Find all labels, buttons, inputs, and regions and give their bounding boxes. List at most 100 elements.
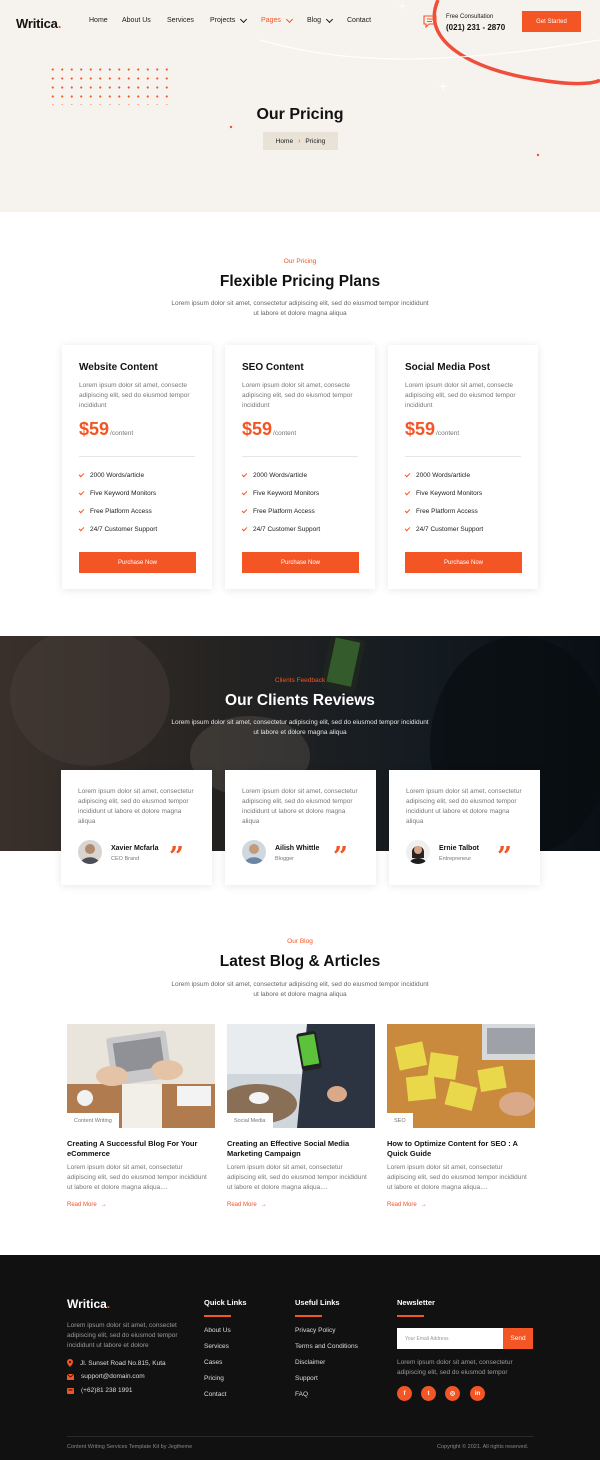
- check-icon: [404, 489, 411, 496]
- pricing-card: SEO Content Lorem ipsum dolor sit amet, …: [225, 345, 375, 589]
- plan-feature: Free Platform Access: [404, 507, 478, 515]
- twitter-icon[interactable]: t: [421, 1386, 436, 1401]
- pricing-subtitle: Lorem ipsum dolor sit amet, consectetur …: [171, 300, 429, 317]
- check-icon: [78, 525, 85, 532]
- breadcrumb-current: Pricing: [305, 137, 326, 145]
- nav-about-us[interactable]: About Us: [122, 17, 151, 24]
- reviews-eyebrow: Clients Feedback: [274, 677, 326, 684]
- chevron-down-icon: [325, 15, 334, 23]
- linkedin-icon[interactable]: in: [470, 1386, 485, 1401]
- review-card: Lorem ipsum dolor sit amet, consectetur …: [225, 770, 376, 885]
- read-more-link[interactable]: Read More →: [227, 1202, 267, 1208]
- footer-logo[interactable]: Writica.: [67, 1297, 110, 1311]
- footer-link-about-us[interactable]: About Us: [204, 1327, 231, 1334]
- site-footer: Writica. Lorem ipsum dolor sit amet, con…: [0, 1255, 600, 1460]
- footer-link-faq[interactable]: FAQ: [295, 1391, 308, 1398]
- review-card: Lorem ipsum dolor sit amet, consectetur …: [61, 770, 212, 885]
- blog-category-tag[interactable]: Content Writing: [67, 1113, 119, 1128]
- check-icon: [241, 489, 248, 496]
- newsletter-description: Lorem ipsum dolor sit amet, consectetur …: [397, 1359, 513, 1376]
- footer-link-privacy-policy[interactable]: Privacy Policy: [295, 1327, 335, 1334]
- blog-category-tag[interactable]: SEO: [387, 1113, 413, 1128]
- footer-link-services[interactable]: Services: [204, 1343, 229, 1350]
- site-logo[interactable]: Writica.: [16, 16, 61, 31]
- check-icon: [241, 507, 248, 514]
- footer-email[interactable]: support@domain.com: [67, 1373, 145, 1380]
- blog-post-title[interactable]: How to Optimize Content for SEO : A Quic…: [387, 1139, 531, 1159]
- blog-post-title[interactable]: Creating an Effective Social Media Marke…: [227, 1139, 371, 1159]
- check-icon: [404, 471, 411, 478]
- plan-feature: Five Keyword Monitors: [241, 489, 319, 497]
- footer-link-terms[interactable]: Terms and Conditions: [295, 1343, 358, 1350]
- check-icon: [404, 525, 411, 532]
- hero-section: + + Writica. Home About Us Services Proj…: [0, 0, 600, 212]
- check-icon: [241, 471, 248, 478]
- blog-eyebrow: Our Blog: [287, 938, 313, 945]
- nav-services[interactable]: Services: [167, 17, 194, 24]
- heading-underline: [295, 1315, 322, 1317]
- divider: [242, 456, 358, 457]
- divider: [405, 456, 521, 457]
- plan-feature: 24/7 Customer Support: [241, 525, 320, 533]
- pricing-card: Social Media Post Lorem ipsum dolor sit …: [388, 345, 538, 589]
- plan-description: Lorem ipsum dolor sit amet, consecte adi…: [405, 382, 516, 409]
- facebook-icon[interactable]: f: [397, 1386, 412, 1401]
- footer-link-contact[interactable]: Contact: [204, 1391, 226, 1398]
- blog-post-title[interactable]: Creating A Successful Blog For Your eCom…: [67, 1139, 211, 1159]
- phone-icon: [67, 1387, 74, 1394]
- consultation-label: Free Consultation: [446, 14, 494, 20]
- footer-phone[interactable]: (+62)81 238 1991: [67, 1387, 133, 1394]
- read-more-link[interactable]: Read More →: [387, 1202, 427, 1208]
- map-pin-icon: [67, 1359, 73, 1367]
- footer-description: Lorem ipsum dolor sit amet, consectet ad…: [67, 1322, 178, 1349]
- pricing-title: Flexible Pricing Plans: [219, 273, 381, 290]
- reviews-subtitle: Lorem ipsum dolor sit amet, consectetur …: [171, 719, 429, 736]
- plan-price: $59/content: [79, 419, 134, 439]
- blog-card[interactable]: Content Writing Creating A Successful Bl…: [67, 1024, 215, 1224]
- svg-text:+: +: [398, 1, 406, 12]
- divider: [79, 456, 195, 457]
- nav-pages[interactable]: Pages: [261, 15, 293, 24]
- plan-description: Lorem ipsum dolor sit amet, consecte adi…: [79, 382, 190, 409]
- chevron-down-icon: [285, 15, 293, 23]
- plan-title: SEO Content: [242, 362, 304, 373]
- footer-link-support[interactable]: Support: [295, 1375, 318, 1382]
- nav-projects[interactable]: Projects: [210, 15, 248, 24]
- plan-price: $59/content: [405, 419, 460, 439]
- plan-title: Social Media Post: [405, 362, 491, 373]
- blog-excerpt: Lorem ipsum dolor sit amet, consectetur …: [67, 1164, 207, 1191]
- breadcrumb: Home › Pricing: [263, 132, 338, 150]
- chat-bubble-icon: [423, 15, 437, 29]
- read-more-link[interactable]: Read More →: [67, 1202, 107, 1208]
- plan-description: Lorem ipsum dolor sit amet, consecte adi…: [242, 382, 353, 409]
- purchase-now-button[interactable]: Purchase Now: [405, 552, 522, 573]
- breadcrumb-home[interactable]: Home: [276, 138, 293, 145]
- blog-card[interactable]: Social Media Creating an Effective Socia…: [227, 1024, 375, 1224]
- review-text: Lorem ipsum dolor sit amet, consectetur …: [242, 788, 358, 825]
- svg-text:+: +: [438, 79, 448, 93]
- nav-home[interactable]: Home: [89, 17, 108, 24]
- instagram-icon[interactable]: ◎: [445, 1386, 460, 1401]
- check-icon: [78, 489, 85, 496]
- purchase-now-button[interactable]: Purchase Now: [242, 552, 359, 573]
- reviewer-name: Ailish Whittle: [275, 845, 320, 852]
- consultation-phone[interactable]: (021) 231 - 2870: [446, 23, 505, 32]
- footer-link-disclaimer[interactable]: Disclaimer: [295, 1359, 325, 1366]
- newsletter-send-button[interactable]: Send: [503, 1328, 533, 1349]
- nav-contact[interactable]: Contact: [347, 17, 371, 24]
- plan-feature: 2000 Words/article: [241, 471, 307, 479]
- plan-feature: Five Keyword Monitors: [78, 489, 156, 497]
- footer-credit: Content Writing Services Template Kit by…: [67, 1444, 193, 1450]
- review-text: Lorem ipsum dolor sit amet, consectetur …: [406, 788, 522, 825]
- nav-blog[interactable]: Blog: [307, 15, 334, 24]
- newsletter-email-input[interactable]: Your Email Address: [397, 1328, 503, 1349]
- useful-links-heading: Useful Links: [295, 1298, 340, 1307]
- blog-card[interactable]: SEO How to Optimize Content for SEO : A …: [387, 1024, 535, 1224]
- blog-category-tag[interactable]: Social Media: [227, 1113, 273, 1128]
- get-started-button[interactable]: Get Started: [522, 11, 581, 32]
- footer-link-pricing[interactable]: Pricing: [204, 1375, 224, 1382]
- plan-feature: 2000 Words/article: [78, 471, 144, 479]
- purchase-now-button[interactable]: Purchase Now: [79, 552, 196, 573]
- footer-link-cases[interactable]: Cases: [204, 1359, 222, 1366]
- avatar: [242, 840, 266, 864]
